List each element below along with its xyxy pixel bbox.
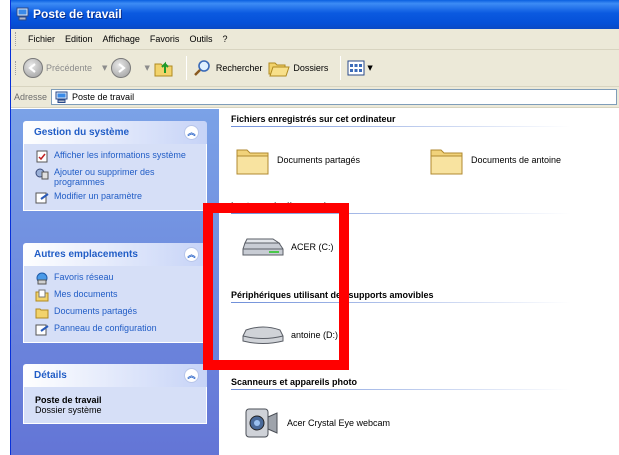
group-rule (231, 389, 571, 390)
folder-icon (430, 149, 463, 175)
other-places-header[interactable]: Autres emplacements ︽ (23, 243, 207, 266)
red-highlight-box (203, 203, 349, 370)
place-label: Mes documents (54, 289, 118, 299)
system-tasks-body: Afficher les informations système Ajoute… (23, 144, 207, 211)
place-label: Panneau de configuration (54, 323, 157, 333)
collapse-chevron-icon[interactable]: ︽ (184, 368, 199, 383)
folders-icon (268, 62, 291, 77)
back-label: Précédente (46, 63, 93, 73)
place-my-documents[interactable]: Mes documents (35, 289, 198, 302)
details-item-title: Poste de travail (35, 395, 102, 405)
collapse-chevron-icon[interactable]: ︽ (184, 247, 199, 262)
system-tasks-header[interactable]: Gestion du système ︽ (23, 121, 207, 144)
forward-dropdown-icon[interactable]: ▼ (144, 64, 149, 72)
toolbar-grip (15, 61, 18, 75)
forward-button[interactable] (111, 58, 134, 78)
folders-label: Dossiers (293, 63, 329, 73)
toolbar-separator (185, 56, 187, 80)
menu-help[interactable]: ? (217, 32, 232, 46)
item-label: Documents de antoine (471, 155, 562, 165)
details-item-subtitle: Dossier système (35, 405, 102, 415)
forward-arrow-icon (111, 58, 132, 78)
task-pane: Gestion du système ︽ Afficher les inform… (11, 109, 219, 455)
back-button[interactable]: Précédente (23, 58, 92, 78)
item-shared-documents[interactable]: Documents partagés (235, 144, 360, 176)
details-body: Poste de travail Dossier système (23, 387, 207, 424)
item-antoine-documents[interactable]: Documents de antoine (429, 144, 561, 176)
place-shared-documents[interactable]: Documents partagés (35, 306, 198, 319)
group-header-files: Fichiers enregistrés sur cet ordinateur (231, 114, 396, 124)
folder-up-icon (154, 61, 173, 77)
address-label: Adresse (14, 92, 48, 102)
task-add-remove-programs[interactable]: Ajouter ou supprimer des programmes (35, 167, 198, 187)
address-value: Poste de travail (72, 92, 135, 102)
group-header-scanners: Scanneurs et appareils photo (231, 377, 358, 387)
task-change-setting[interactable]: Modifier un paramètre (35, 191, 198, 204)
task-label: Ajouter ou supprimer des programmes (54, 167, 155, 187)
computer-icon (55, 91, 68, 103)
back-dropdown-icon[interactable]: ▼ (102, 64, 107, 72)
task-label: Afficher les informations système (54, 150, 186, 160)
views-dropdown-icon: ▼ (367, 64, 373, 72)
place-control-panel[interactable]: Panneau de configuration (35, 323, 198, 336)
views-button[interactable]: ▼ (347, 57, 373, 79)
toolbar-separator-2 (340, 56, 342, 80)
folders-button[interactable]: Dossiers (268, 59, 328, 77)
control-panel-icon (35, 192, 49, 204)
my-documents-icon (35, 289, 49, 302)
system-tasks-title: Gestion du système (34, 127, 130, 138)
task-label: Modifier un paramètre (54, 191, 143, 201)
computer-icon (16, 7, 29, 21)
task-system-info[interactable]: Afficher les informations système (35, 150, 198, 163)
menu-fichier[interactable]: Fichier (23, 32, 60, 46)
window-title: Poste de travail (33, 7, 122, 21)
address-bar: Adresse Poste de travail (11, 87, 619, 108)
search-button[interactable]: Rechercher (193, 59, 263, 77)
folder-icon (236, 149, 269, 175)
menu-outils[interactable]: Outils (184, 32, 217, 46)
menu-favoris[interactable]: Favoris (145, 32, 185, 46)
other-places-title: Autres emplacements (34, 249, 138, 260)
item-webcam[interactable]: Acer Crystal Eye webcam (241, 403, 390, 443)
details-title-header: Détails (34, 370, 67, 381)
up-folder-button[interactable] (154, 59, 174, 77)
item-label: Acer Crystal Eye webcam (287, 418, 391, 428)
network-icon (36, 272, 48, 285)
menu-grip (15, 32, 18, 46)
other-places-panel: Autres emplacements ︽ Favoris réseau Mes… (23, 243, 207, 343)
details-panel: Détails ︽ Poste de travail Dossier systè… (23, 364, 207, 424)
back-arrow-icon (23, 58, 43, 78)
search-icon (193, 60, 210, 76)
item-label: Documents partagés (277, 155, 361, 165)
title-bar[interactable]: Poste de travail (11, 0, 619, 29)
address-field[interactable]: Poste de travail (51, 89, 617, 105)
search-label: Rechercher (215, 63, 263, 73)
other-places-body: Favoris réseau Mes documents Documents p… (23, 266, 207, 343)
place-label: Favoris réseau (54, 272, 114, 282)
menu-edition[interactable]: Edition (60, 32, 98, 46)
place-label: Documents partagés (54, 306, 138, 316)
webcam-icon (245, 408, 278, 438)
toolbar: Précédente ▼ ▼ Rechercher Dossiers ▼ (11, 50, 619, 87)
collapse-chevron-icon[interactable]: ︽ (184, 125, 199, 140)
folder-icon (35, 308, 49, 319)
programs-icon (35, 168, 49, 180)
views-icon (347, 60, 365, 76)
system-info-icon (36, 150, 48, 163)
group-rule (231, 126, 571, 127)
control-panel-icon (35, 324, 49, 336)
place-network[interactable]: Favoris réseau (35, 272, 198, 285)
details-header[interactable]: Détails ︽ (23, 364, 207, 387)
menu-bar: Fichier Edition Affichage Favoris Outils… (11, 29, 619, 50)
system-tasks-panel: Gestion du système ︽ Afficher les inform… (23, 121, 207, 211)
menu-affichage[interactable]: Affichage (98, 32, 145, 46)
